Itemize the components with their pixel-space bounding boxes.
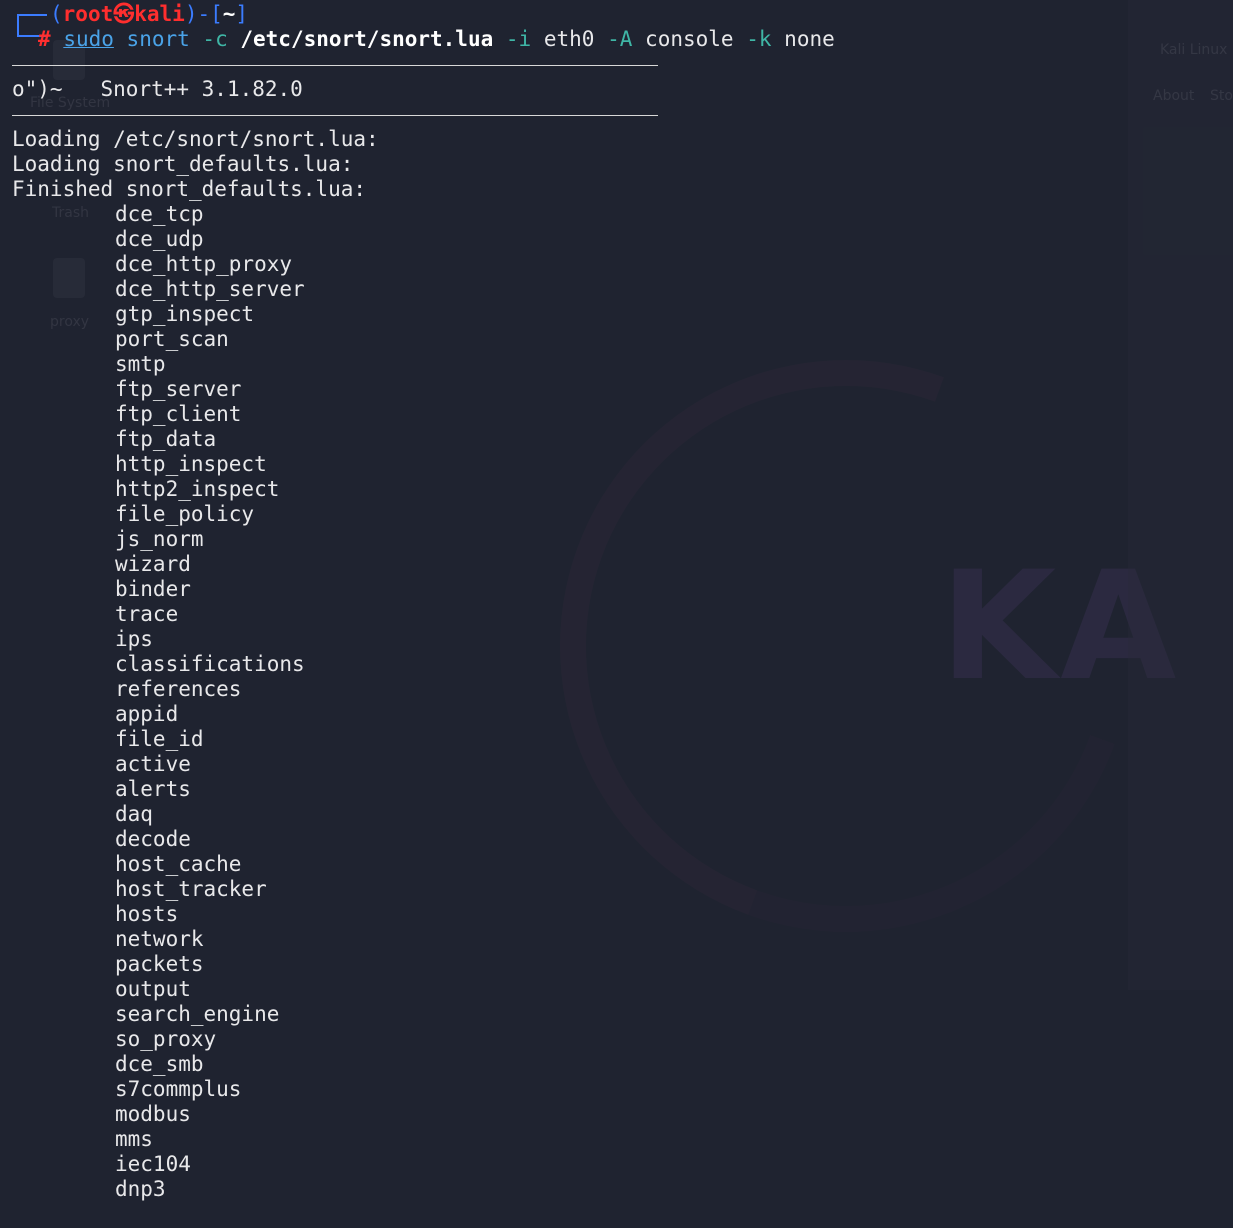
- file-icon: [53, 258, 85, 298]
- prompt-close-paren: )-[: [184, 2, 223, 26]
- banner-divider-bottom: [12, 115, 658, 116]
- module-item: ips: [115, 627, 153, 651]
- flag-A: -A: [607, 27, 633, 51]
- config-path: /etc/snort/snort.lua: [240, 27, 494, 51]
- module-item: http2_inspect: [115, 477, 280, 501]
- kali-dragon-logo: [465, 265, 1227, 1027]
- prompt-user: root: [62, 2, 114, 26]
- module-item: mms: [115, 1127, 153, 1151]
- module-item: port_scan: [115, 327, 229, 351]
- command-snort: snort: [126, 27, 190, 51]
- module-item: dce_tcp: [115, 202, 204, 226]
- module-item: alerts: [115, 777, 191, 801]
- module-item: binder: [115, 577, 191, 601]
- module-item: dce_http_server: [115, 277, 305, 301]
- module-item: packets: [115, 952, 204, 976]
- wallpaper-text: KA: [940, 540, 1181, 714]
- module-item: smtp: [115, 352, 166, 376]
- flag-k: -k: [746, 27, 772, 51]
- module-item: host_cache: [115, 852, 242, 876]
- prompt-open-paren: (: [50, 2, 63, 26]
- module-item: decode: [115, 827, 191, 851]
- interface-arg: eth0: [543, 27, 595, 51]
- snort-pig-logo: o")~: [12, 77, 63, 101]
- module-item: js_norm: [115, 527, 204, 551]
- module-item: references: [115, 677, 242, 701]
- module-item: dce_udp: [115, 227, 204, 251]
- desktop-icon-label: Trash: [52, 205, 89, 221]
- desktop-icon-label: proxy: [50, 314, 90, 330]
- prompt-at-icon: ㉿: [113, 2, 135, 26]
- prompt-close-bracket: ]: [235, 2, 249, 26]
- module-item: appid: [115, 702, 179, 726]
- module-item: daq: [115, 802, 153, 826]
- module-item: s7commplus: [115, 1077, 242, 1101]
- panel-label: About: [1153, 88, 1195, 104]
- module-item: trace: [115, 602, 179, 626]
- prompt-header: (root㉿kali)-[~]: [50, 2, 248, 27]
- panel-label: Sto: [1210, 88, 1233, 104]
- module-item: output: [115, 977, 191, 1001]
- loading-line: Loading snort_defaults.lua:: [12, 152, 354, 176]
- alert-mode-arg: console: [645, 27, 734, 51]
- module-item: ftp_data: [115, 427, 217, 451]
- module-item: ftp_client: [115, 402, 242, 426]
- module-item: file_policy: [115, 502, 255, 526]
- module-item: so_proxy: [115, 1027, 217, 1051]
- command-line[interactable]: # sudo snort -c /etc/snort/snort.lua -i …: [38, 27, 835, 52]
- terminal-window[interactable]: KA File System Trash proxy Kali Linux Ab…: [0, 0, 1233, 1228]
- snort-banner: o")~ Snort++ 3.1.82.0: [12, 77, 303, 102]
- module-item: wizard: [115, 552, 191, 576]
- checksum-mode-arg: none: [784, 27, 835, 51]
- prompt-cwd: ~: [222, 2, 236, 26]
- loading-line: Finished snort_defaults.lua:: [12, 177, 367, 201]
- module-item: file_id: [115, 727, 204, 751]
- prompt-host: kali: [134, 2, 185, 26]
- module-item: dnp3: [115, 1177, 166, 1201]
- snort-version: Snort++ 3.1.82.0: [100, 77, 303, 101]
- prompt-hash: #: [38, 27, 51, 51]
- module-item: gtp_inspect: [115, 302, 255, 326]
- flag-c: -c: [202, 27, 228, 51]
- module-item: modbus: [115, 1102, 191, 1126]
- background-window-panel: [1128, 0, 1233, 990]
- module-item: dce_smb: [115, 1052, 204, 1076]
- module-item: iec104: [115, 1152, 191, 1176]
- module-item: search_engine: [115, 1002, 280, 1026]
- loading-line: Loading /etc/snort/snort.lua:: [12, 127, 379, 151]
- module-item: http_inspect: [115, 452, 267, 476]
- module-item: classifications: [115, 652, 305, 676]
- module-item: dce_http_proxy: [115, 252, 293, 276]
- flag-i: -i: [505, 27, 532, 51]
- module-item: active: [115, 752, 191, 776]
- module-item: host_tracker: [115, 877, 267, 901]
- module-item: hosts: [115, 902, 179, 926]
- module-item: ftp_server: [115, 377, 242, 401]
- module-item: network: [115, 927, 204, 951]
- panel-label: Kali Linux: [1160, 42, 1228, 58]
- command-sudo: sudo: [63, 27, 114, 51]
- banner-divider-top: [12, 65, 658, 66]
